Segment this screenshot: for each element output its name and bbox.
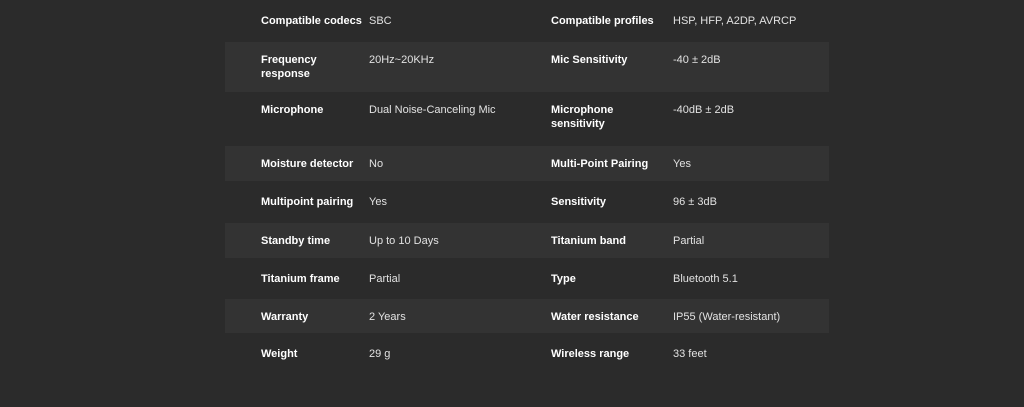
spec-label-left: Weight (261, 348, 298, 360)
spec-label-left: Compatible codecs (261, 15, 362, 27)
spec-row: Weight 29 g Wireless range 33 feet (225, 333, 829, 375)
spec-row: Warranty 2 Years Water resistance IP55 (… (225, 299, 829, 333)
spec-label-right: Titanium band (551, 235, 626, 247)
spec-value-left: Partial (369, 273, 401, 285)
spec-value-left: SBC (369, 15, 392, 27)
spec-row: Multipoint pairing Yes Sensitivity 96 ± … (225, 181, 829, 223)
spec-label-right: Multi-Point Pairing (551, 158, 649, 170)
spec-value-left: 20Hz~20KHz (369, 54, 435, 66)
spec-row: Frequency response 20Hz~20KHz Mic Sensit… (225, 42, 829, 92)
spec-label-left: Multipoint pairing (261, 196, 354, 208)
spec-row: Standby time Up to 10 Days Titanium band… (225, 223, 829, 258)
spec-row: Compatible codecs SBC Compatible profile… (225, 0, 829, 42)
spec-label-right: Wireless range (551, 348, 630, 360)
spec-value-right: -40 ± 2dB (673, 54, 721, 66)
spec-label-right: Compatible profiles (551, 15, 654, 27)
spec-value-left: Up to 10 Days (369, 235, 439, 247)
spec-label-right: Water resistance (551, 311, 639, 323)
spec-value-left: 29 g (369, 348, 391, 360)
spec-label-left: Titanium frame (261, 273, 340, 285)
spec-value-right: Yes (673, 158, 691, 170)
spec-label-right: Type (551, 273, 576, 285)
spec-label-right: Mic Sensitivity (551, 54, 628, 66)
spec-value-right: Bluetooth 5.1 (673, 273, 738, 285)
spec-value-left: 2 Years (369, 311, 406, 323)
spec-label-right: Sensitivity (551, 196, 607, 208)
spec-value-right: -40dB ± 2dB (673, 104, 735, 116)
spec-value-left: Yes (369, 196, 387, 208)
spec-label-left: Frequency response (261, 54, 317, 80)
spec-value-right: 96 ± 3dB (673, 196, 717, 208)
spec-value-right: HSP, HFP, A2DP, AVRCP (673, 15, 797, 27)
spec-value-right: IP55 (Water-resistant) (673, 311, 781, 323)
spec-table: Compatible codecs SBC Compatible profile… (225, 0, 829, 375)
spec-label-left: Standby time (261, 235, 331, 247)
spec-value-left: No (369, 158, 384, 170)
spec-row: Microphone Dual Noise-Canceling Mic Micr… (225, 92, 829, 146)
spec-label-right: Microphone sensitivity (551, 104, 614, 130)
spec-label-left: Warranty (261, 311, 309, 323)
spec-label-left: Microphone (261, 104, 324, 116)
spec-value-right: Partial (673, 235, 705, 247)
spec-label-left: Moisture detector (261, 158, 354, 170)
spec-value-right: 33 feet (673, 348, 707, 360)
spec-row: Titanium frame Partial Type Bluetooth 5.… (225, 258, 829, 299)
spec-row: Moisture detector No Multi-Point Pairing… (225, 146, 829, 181)
spec-value-left: Dual Noise-Canceling Mic (369, 104, 496, 116)
